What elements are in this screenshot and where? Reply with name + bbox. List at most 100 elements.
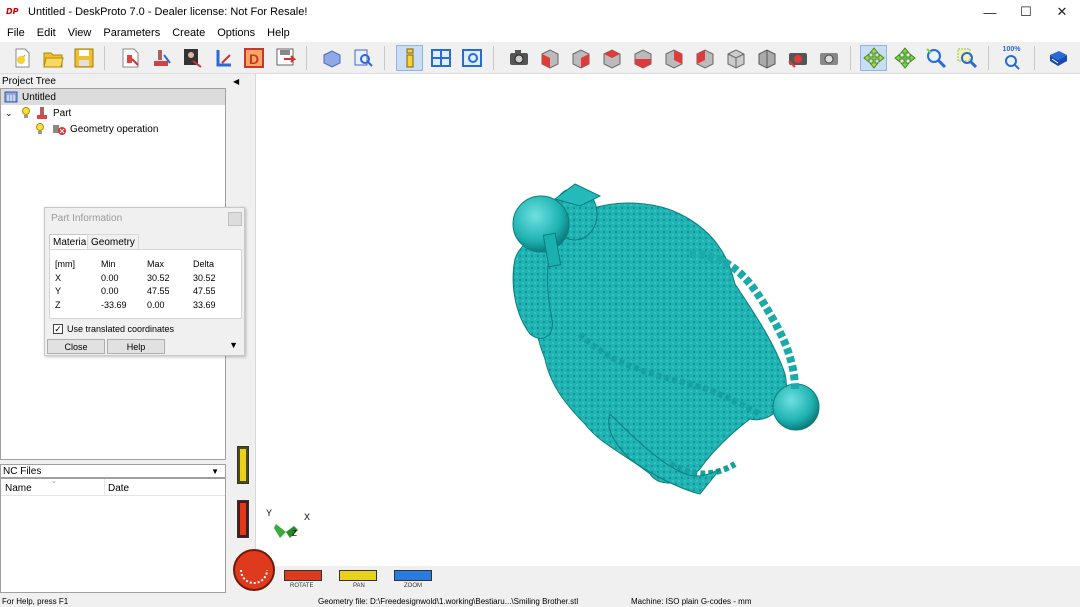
part-information-dialog: Part Information Material Geometry [mm] … [44, 207, 245, 356]
new-project-icon[interactable] [8, 45, 35, 71]
menu-options[interactable]: Options [211, 27, 261, 39]
svg-text:D: D [249, 51, 259, 67]
view-top-icon[interactable] [567, 45, 594, 71]
part-load-icon[interactable] [116, 45, 143, 71]
save-nc-icon[interactable] [271, 45, 298, 71]
axis-x-label: X [304, 512, 310, 522]
pan-mode-label: PAN [353, 583, 365, 589]
model-render [512, 183, 820, 495]
menu-view[interactable]: View [62, 27, 98, 39]
drawing-icon[interactable]: D [240, 45, 267, 71]
dropdown-arrow-icon[interactable]: ▼ [211, 467, 219, 476]
info-icon[interactable] [396, 45, 423, 71]
zoom-mode-label: ZOOM [404, 583, 422, 589]
fit-view-icon[interactable] [318, 45, 345, 71]
check-icon[interactable]: ✓ [53, 324, 63, 334]
status-geometry-file: Geometry file: D:\Freedesignwold\1.worki… [318, 597, 579, 606]
layout-icon[interactable] [427, 45, 454, 71]
help-button[interactable]: Help [107, 339, 165, 354]
row-delta: 47.55 [193, 286, 216, 296]
row-axis: X [55, 273, 62, 283]
status-help: For Help, press F1 [2, 597, 69, 606]
tree-item-part[interactable]: ⌄ Part [5, 105, 71, 121]
part-parameters-icon[interactable] [147, 45, 174, 71]
camera-icon[interactable] [505, 45, 532, 71]
view-front-icon[interactable] [536, 45, 563, 71]
view-iso-icon[interactable] [722, 45, 749, 71]
vector-icon[interactable] [209, 45, 236, 71]
rotate-mode-label: ROTATE [290, 583, 314, 589]
3d-viewport[interactable] [229, 74, 1080, 593]
nc-files-list: Name ⌄ Date [0, 478, 226, 593]
record-icon[interactable] [784, 45, 811, 71]
graphics-icon[interactable] [458, 45, 485, 71]
zoom-100-icon[interactable]: 100% [998, 45, 1025, 71]
chevron-down-icon[interactable]: ⌄ [5, 108, 17, 119]
title-bar: DP Untitled - DeskProto 7.0 - Dealer lic… [0, 0, 1080, 24]
row-max: 0.00 [147, 300, 165, 310]
column-name[interactable]: Name [5, 483, 32, 494]
minimize-button[interactable]: — [972, 0, 1008, 24]
checkbox-label: Use translated coordinates [67, 324, 175, 334]
lightbulb-icon[interactable] [35, 123, 45, 135]
dimensions-table: [mm] Min Max Delta X 0.00 30.52 30.52 Y … [49, 249, 242, 319]
menu-help[interactable]: Help [261, 27, 296, 39]
dialog-close-icon[interactable] [228, 212, 242, 226]
close-dialog-button[interactable]: Close [47, 339, 105, 354]
rotate-tool-icon[interactable] [860, 45, 887, 71]
view-iso2-icon[interactable] [753, 45, 780, 71]
expand-arrow-icon[interactable]: ▼ [229, 340, 238, 350]
pan-slider[interactable] [237, 446, 249, 484]
menu-bar: File Edit View Parameters Create Options… [0, 24, 1080, 42]
window-controls: — ☐ ✕ [972, 0, 1080, 24]
tree-item-geometry-operation[interactable]: Geometry operation [35, 121, 158, 137]
snapshot-icon[interactable] [815, 45, 842, 71]
tree-part-label: Part [53, 107, 72, 119]
nc-files-header[interactable]: NC Files ▼ [0, 464, 226, 478]
help-book-icon[interactable] [1044, 45, 1071, 71]
zoom-mode-button[interactable] [394, 570, 432, 581]
header-min: Min [101, 259, 116, 269]
sort-icon: ⌄ [51, 478, 57, 485]
row-delta: 30.52 [193, 273, 216, 283]
zoom-window-icon[interactable] [953, 45, 980, 71]
collapse-arrow-icon[interactable]: ◀ [233, 77, 239, 86]
view-left-icon[interactable] [629, 45, 656, 71]
operation-error-icon [53, 125, 66, 135]
view-bottom-icon[interactable] [660, 45, 687, 71]
translated-coordinates-checkbox[interactable]: ✓ Use translated coordinates [53, 324, 174, 334]
header-max: Max [147, 259, 165, 269]
tab-geometry[interactable]: Geometry [87, 234, 139, 250]
axis-z-label: Z [292, 529, 297, 538]
project-icon [4, 91, 18, 103]
view-back-icon[interactable] [691, 45, 718, 71]
menu-edit[interactable]: Edit [31, 27, 62, 39]
save-project-icon[interactable] [70, 45, 97, 71]
view-right-icon[interactable] [598, 45, 625, 71]
main-toolbar: D 100% [0, 42, 1080, 74]
bitmap-icon[interactable] [178, 45, 205, 71]
column-date[interactable]: Date [108, 483, 129, 494]
row-axis: Z [55, 300, 61, 310]
maximize-button[interactable]: ☐ [1008, 0, 1044, 24]
zoom-slider[interactable] [237, 500, 249, 538]
pan-tool-icon[interactable] [891, 45, 918, 71]
measure-icon[interactable] [349, 45, 376, 71]
rotate-dial[interactable] [231, 547, 277, 593]
zoom-100-label: 100% [1002, 46, 1021, 53]
tree-item-untitled[interactable]: Untitled [1, 89, 225, 105]
zoom-slider-fill [240, 503, 246, 535]
status-bar: For Help, press F1 Geometry file: D:\Fre… [0, 596, 1080, 607]
open-project-icon[interactable] [39, 45, 66, 71]
pan-mode-button[interactable] [339, 570, 377, 581]
column-divider[interactable] [104, 479, 105, 496]
header-delta: Delta [193, 259, 215, 269]
lightbulb-icon[interactable] [21, 107, 31, 119]
rotate-mode-button[interactable] [284, 570, 322, 581]
row-delta: 33.69 [193, 300, 216, 310]
zoom-in-icon[interactable] [922, 45, 949, 71]
menu-file[interactable]: File [1, 27, 31, 39]
close-button[interactable]: ✕ [1044, 0, 1080, 24]
menu-create[interactable]: Create [166, 27, 211, 39]
menu-parameters[interactable]: Parameters [97, 27, 166, 39]
